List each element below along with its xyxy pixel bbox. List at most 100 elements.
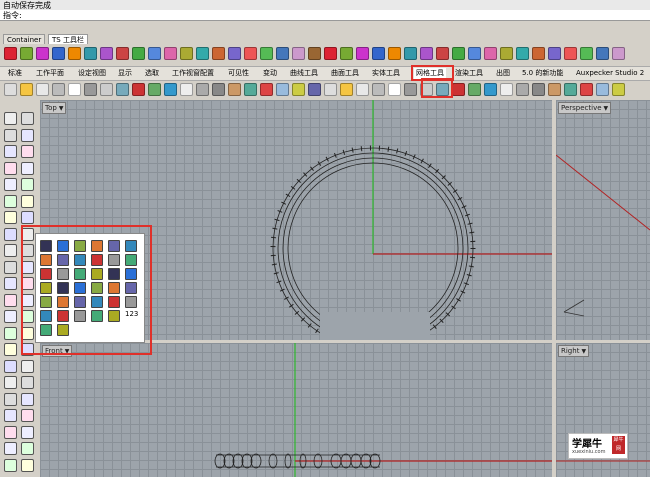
tab-layout[interactable]: 出图	[496, 68, 510, 79]
standard-tool-icon[interactable]	[500, 82, 513, 96]
ts-tool-icon[interactable]	[148, 46, 161, 60]
standard-tool-icon[interactable]	[484, 82, 497, 96]
left-tool-icon[interactable]	[21, 211, 34, 224]
tab-viewport-layout[interactable]: 工作视窗配置	[172, 68, 214, 79]
tab-transform[interactable]: 变动	[263, 68, 277, 79]
standard-tool-icon[interactable]	[340, 82, 353, 96]
command-prompt[interactable]: 指令:	[0, 10, 650, 21]
ts-tool-icon[interactable]	[100, 46, 113, 60]
ts-tool-icon[interactable]	[372, 46, 385, 60]
ts-tool-icon[interactable]	[356, 46, 369, 60]
left-tool-icon[interactable]	[21, 112, 34, 125]
ts-tool-icon[interactable]	[324, 46, 337, 60]
standard-tool-icon[interactable]	[596, 82, 609, 96]
left-tool-icon[interactable]	[4, 227, 17, 241]
standard-tool-icon[interactable]	[148, 82, 161, 96]
left-tool-icon[interactable]	[4, 392, 17, 406]
standard-tool-icon[interactable]	[548, 82, 561, 96]
standard-tool-icon[interactable]	[516, 82, 529, 96]
ts-tool-icon[interactable]	[116, 46, 129, 60]
ts-tool-icon[interactable]	[612, 46, 625, 60]
left-tool-icon[interactable]	[21, 359, 34, 373]
ts-tool-icon[interactable]	[564, 46, 577, 60]
left-tool-icon[interactable]	[21, 392, 34, 406]
tab-container[interactable]: Container	[3, 34, 46, 44]
tab-auxpecker-studio[interactable]: Auxpecker Studio 2	[576, 68, 644, 79]
tab-solid-tools[interactable]: 实体工具	[372, 68, 400, 79]
ts-tool-icon[interactable]	[260, 46, 273, 60]
ts-tool-icon[interactable]	[516, 46, 529, 60]
tab-set-view[interactable]: 设定视图	[78, 68, 106, 79]
viewport-front[interactable]: Front ▼	[40, 343, 552, 477]
ts-tool-icon[interactable]	[452, 46, 465, 60]
left-tool-icon[interactable]	[4, 161, 17, 175]
standard-tool-icon[interactable]	[452, 82, 465, 96]
standard-tool-icon[interactable]	[116, 82, 129, 96]
standard-tool-icon[interactable]	[228, 82, 241, 96]
ts-tool-icon[interactable]	[68, 46, 81, 60]
ts-tool-icon[interactable]	[340, 46, 353, 60]
left-tool-icon[interactable]	[4, 442, 17, 455]
ts-tool-icon[interactable]	[308, 46, 321, 60]
standard-tool-icon[interactable]	[20, 82, 33, 96]
ts-tool-icon[interactable]	[404, 46, 417, 60]
standard-tool-icon[interactable]	[276, 82, 289, 96]
standard-tool-icon[interactable]	[388, 82, 401, 96]
ts-tool-icon[interactable]	[180, 46, 193, 60]
standard-tool-icon[interactable]	[196, 82, 209, 96]
left-tool-icon[interactable]	[4, 211, 17, 224]
tab-display[interactable]: 显示	[118, 68, 132, 79]
standard-tool-icon[interactable]	[84, 82, 97, 96]
tab-surface-tools[interactable]: 曲面工具	[331, 68, 359, 79]
ts-tool-icon[interactable]	[292, 46, 305, 60]
ts-tool-icon[interactable]	[436, 46, 449, 60]
ts-tool-icon[interactable]	[36, 46, 49, 60]
tab-cplane[interactable]: 工作平面	[36, 68, 64, 79]
ts-tool-icon[interactable]	[164, 46, 177, 60]
tab-ts-toolbar[interactable]: TS 工具栏	[48, 34, 88, 44]
standard-tool-icon[interactable]	[532, 82, 545, 96]
left-tool-icon[interactable]	[4, 293, 17, 307]
standard-tool-icon[interactable]	[180, 82, 193, 96]
standard-tool-icon[interactable]	[36, 82, 49, 96]
ts-tool-icon[interactable]	[276, 46, 289, 60]
standard-tool-icon[interactable]	[260, 82, 273, 96]
tab-visibility[interactable]: 可见性	[228, 68, 249, 79]
ts-tool-icon[interactable]	[4, 46, 17, 60]
left-tool-icon[interactable]	[4, 178, 17, 191]
left-tool-icon[interactable]	[21, 145, 34, 158]
left-tool-icon[interactable]	[4, 458, 17, 472]
left-tool-icon[interactable]	[4, 194, 17, 208]
left-tool-icon[interactable]	[4, 409, 17, 422]
standard-tool-icon[interactable]	[52, 82, 65, 96]
tab-new-in-5[interactable]: 5.0 的新功能	[522, 68, 563, 79]
left-tool-icon[interactable]	[21, 376, 34, 389]
left-tool-icon[interactable]	[4, 260, 17, 274]
left-tool-icon[interactable]	[4, 128, 17, 142]
ts-tool-icon[interactable]	[484, 46, 497, 60]
ts-tool-icon[interactable]	[196, 46, 209, 60]
ts-tool-icon[interactable]	[580, 46, 593, 60]
tab-standard[interactable]: 标准	[8, 68, 22, 79]
ts-tool-icon[interactable]	[228, 46, 241, 60]
tab-select[interactable]: 选取	[145, 68, 159, 79]
left-tool-icon[interactable]	[4, 343, 17, 356]
standard-tool-icon[interactable]	[580, 82, 593, 96]
tab-render-tools[interactable]: 渲染工具	[455, 68, 483, 79]
ts-tool-icon[interactable]	[388, 46, 401, 60]
ts-tool-icon[interactable]	[132, 46, 145, 60]
standard-tool-icon[interactable]	[564, 82, 577, 96]
ts-tool-icon[interactable]	[212, 46, 225, 60]
left-tool-icon[interactable]	[4, 112, 17, 125]
standard-tool-icon[interactable]	[244, 82, 257, 96]
left-tool-icon[interactable]	[21, 128, 34, 142]
left-tool-icon[interactable]	[4, 376, 17, 389]
left-tool-icon[interactable]	[4, 326, 17, 340]
standard-tool-icon[interactable]	[308, 82, 321, 96]
ts-tool-icon[interactable]	[532, 46, 545, 60]
left-tool-icon[interactable]	[21, 194, 34, 208]
ts-tool-icon[interactable]	[548, 46, 561, 60]
ts-tool-icon[interactable]	[20, 46, 33, 60]
standard-tool-icon[interactable]	[612, 82, 625, 96]
left-tool-icon[interactable]	[4, 277, 17, 290]
